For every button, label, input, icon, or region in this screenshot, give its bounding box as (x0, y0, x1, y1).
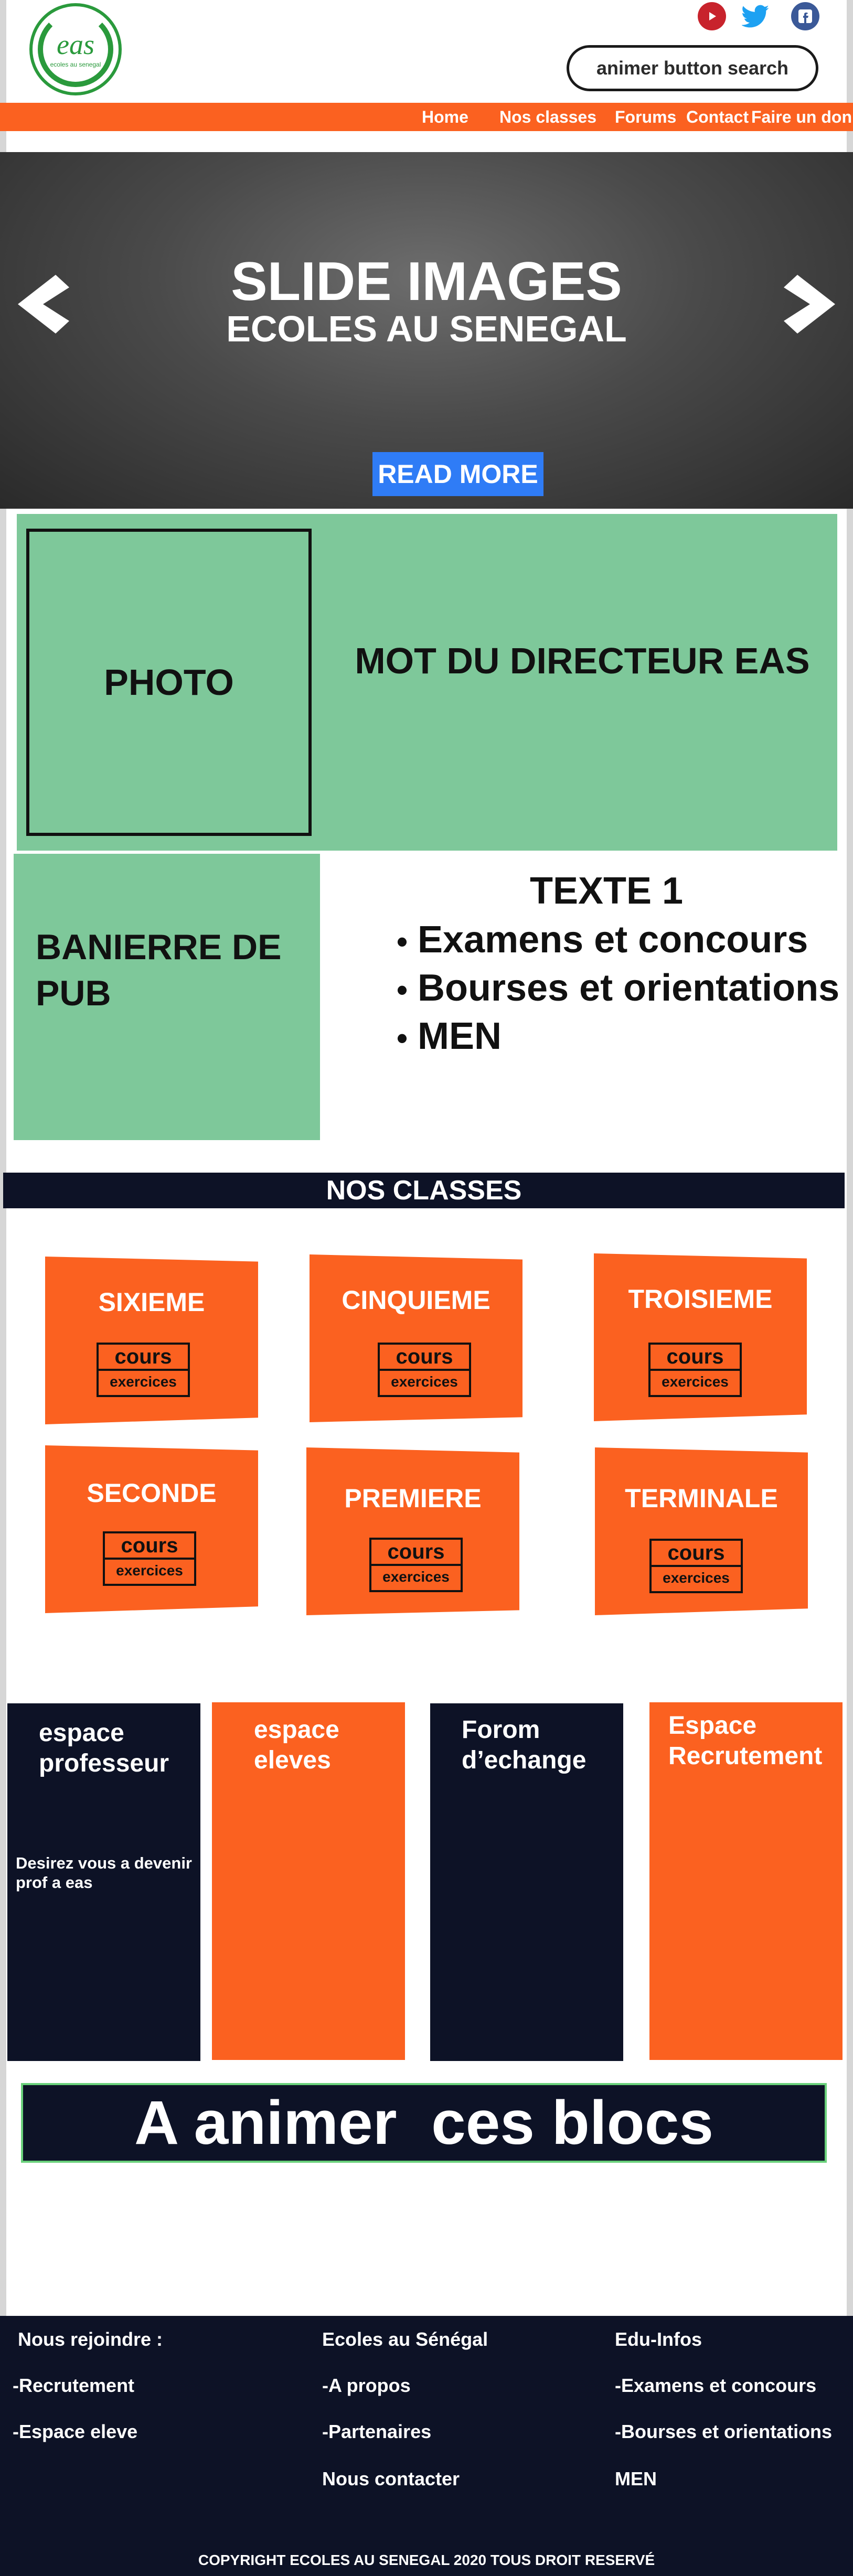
exercices-link[interactable]: exercices (652, 1567, 741, 1589)
cours-link[interactable]: cours (651, 1345, 740, 1371)
nav-forums[interactable]: Forums (615, 103, 676, 131)
cours-exercices-box[interactable]: cours exercices (649, 1539, 743, 1593)
exercices-link[interactable]: exercices (99, 1371, 188, 1393)
footer-link-men[interactable]: MEN (615, 2468, 657, 2490)
exercices-link[interactable]: exercices (380, 1371, 469, 1393)
list-item[interactable]: Bourses et orientations (397, 965, 839, 1013)
nav-nos-classes[interactable]: Nos classes (499, 103, 596, 131)
cours-link[interactable]: cours (99, 1345, 188, 1371)
class-card-troisieme[interactable]: TROISIEME cours exercices (594, 1253, 807, 1421)
texte-list: Examens et concours Bourses et orientati… (397, 917, 839, 1061)
twitter-icon[interactable] (742, 2, 770, 30)
espace-professeur-title: espace professeur (39, 1719, 169, 1777)
director-photo: PHOTO (26, 529, 312, 836)
read-more-button[interactable]: READ MORE (372, 452, 543, 496)
director-message-title: MOT DU DIRECTEUR EAS (355, 640, 810, 681)
youtube-icon[interactable] (698, 2, 726, 30)
footer-link-espace-eleve[interactable]: -Espace eleve (13, 2421, 137, 2443)
footer-link-examens[interactable]: -Examens et concours (615, 2375, 816, 2397)
ad-banner-label: BANIERRE DE PUB (36, 927, 282, 1014)
nav-contact[interactable]: Contact (686, 103, 749, 131)
espace-eleves-card[interactable]: espace eleves (212, 1702, 405, 2060)
animer-banner: A animer ces blocs (21, 2083, 827, 2163)
forum-title: Forom d’echange (462, 1716, 587, 1774)
footer-link-partenaires[interactable]: -Partenaires (322, 2421, 431, 2443)
footer-heading-rejoindre: Nous rejoindre : (18, 2328, 163, 2350)
image-slider: SLIDE IMAGES ECOLES AU SENEGAL READ MORE (0, 152, 853, 509)
slide-title: SLIDE IMAGES (231, 251, 622, 312)
footer: Nous rejoindre : -Recrutement -Espace el… (0, 2316, 853, 2576)
class-name: PREMIERE (344, 1484, 482, 1513)
footer-link-nous-contacter[interactable]: Nous contacter (322, 2468, 460, 2490)
class-name: TERMINALE (625, 1484, 778, 1513)
site-logo[interactable]: eas ecoles au senegal (29, 3, 122, 95)
slider-next-icon[interactable] (777, 267, 840, 341)
footer-link-bourses[interactable]: -Bourses et orientations (615, 2421, 832, 2443)
exercices-link[interactable]: exercices (105, 1560, 194, 1582)
class-card-sixieme[interactable]: SIXIEME cours exercices (45, 1257, 258, 1424)
footer-link-a-propos[interactable]: -A propos (322, 2375, 411, 2397)
nav-faire-un-don[interactable]: Faire un don (751, 103, 852, 131)
slider-prev-icon[interactable] (13, 267, 76, 341)
nav-home[interactable]: Home (422, 103, 468, 131)
espace-recrutement-card[interactable]: Espace Recrutement (649, 1702, 843, 2060)
class-card-premiere[interactable]: PREMIERE cours exercices (306, 1447, 519, 1615)
class-name: SECONDE (87, 1478, 217, 1508)
list-item[interactable]: MEN (397, 1013, 839, 1061)
cours-exercices-box[interactable]: cours exercices (369, 1538, 463, 1592)
footer-heading-edu-infos: Edu-Infos (615, 2328, 702, 2350)
list-item[interactable]: Examens et concours (397, 917, 839, 965)
cours-exercices-box[interactable]: cours exercices (103, 1531, 196, 1586)
class-name: SIXIEME (98, 1287, 205, 1317)
espace-eleves-title: espace eleves (254, 1716, 339, 1774)
texte-title: TEXTE 1 (530, 870, 684, 912)
facebook-icon[interactable] (791, 2, 819, 30)
nos-classes-heading: NOS CLASSES (3, 1173, 845, 1208)
footer-heading-eas: Ecoles au Sénégal (322, 2328, 488, 2350)
class-name: CINQUIEME (342, 1285, 491, 1315)
cours-link[interactable]: cours (652, 1541, 741, 1567)
logo-ring (38, 12, 113, 87)
class-card-seconde[interactable]: SECONDE cours exercices (45, 1445, 258, 1613)
cours-link[interactable]: cours (105, 1533, 194, 1560)
exercices-link[interactable]: exercices (651, 1371, 740, 1393)
cours-link[interactable]: cours (380, 1345, 469, 1371)
cours-exercices-box[interactable]: cours exercices (378, 1343, 471, 1397)
slide-subtitle: ECOLES AU SENEGAL (226, 308, 627, 349)
footer-link-recrutement[interactable]: -Recrutement (13, 2375, 134, 2397)
copyright-text: COPYRIGHT ECOLES AU SENEGAL 2020 TOUS DR… (198, 2552, 655, 2568)
exercices-link[interactable]: exercices (371, 1566, 461, 1588)
class-card-cinquieme[interactable]: CINQUIEME cours exercices (310, 1254, 523, 1422)
class-name: TROISIEME (628, 1284, 773, 1314)
class-card-terminale[interactable]: TERMINALE cours exercices (595, 1447, 808, 1615)
espace-recrutement-title: Espace Recrutement (668, 1712, 823, 1770)
espace-professeur-text: Desirez vous a devenir prof a eas (16, 1854, 192, 1892)
search-button[interactable]: animer button search (567, 45, 818, 91)
forum-card[interactable]: Forom d’echange (430, 1703, 623, 2061)
cours-link[interactable]: cours (371, 1540, 461, 1566)
cours-exercices-box[interactable]: cours exercices (648, 1343, 742, 1397)
cours-exercices-box[interactable]: cours exercices (97, 1343, 190, 1397)
